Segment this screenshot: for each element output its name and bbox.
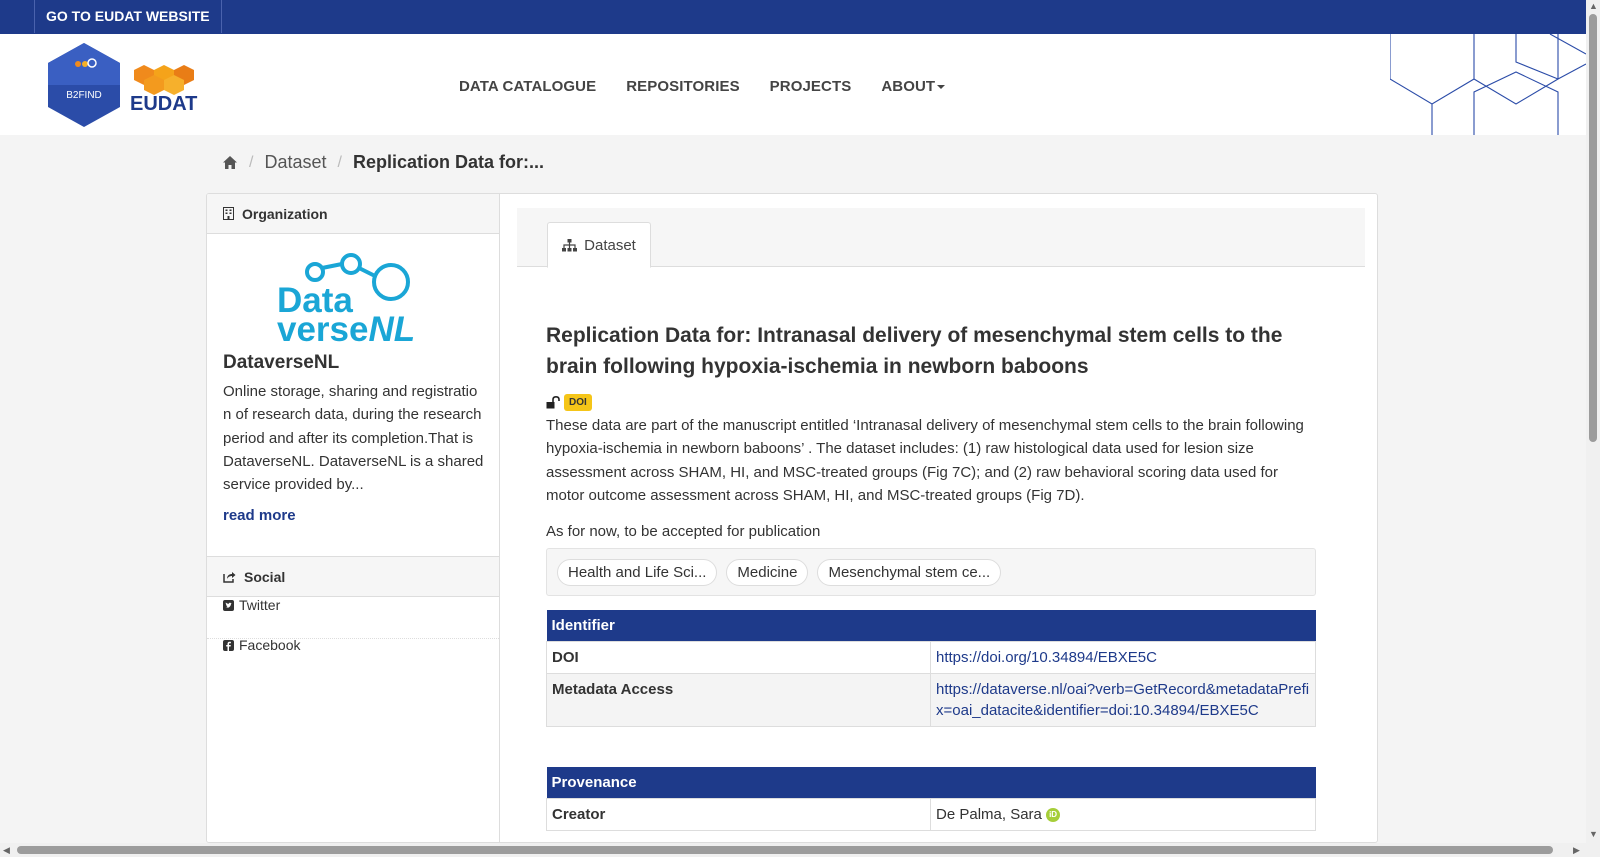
- identifier-table: Identifier DOI https://doi.org/10.34894/…: [546, 610, 1316, 727]
- chevron-down-icon: [937, 85, 946, 90]
- b2find-hexagon-icon: B2FIND EUDAT: [48, 43, 197, 127]
- organization-heading-label: Organization: [242, 205, 328, 222]
- table-row: DOI https://doi.org/10.34894/EBXE5C: [546, 640, 1316, 674]
- scroll-right-icon[interactable]: ▶: [1573, 845, 1580, 856]
- breadcrumb-dataset[interactable]: Dataset: [264, 152, 326, 173]
- nav-about[interactable]: ABOUT: [881, 78, 946, 95]
- provenance-table: Provenance Creator De Palma, Sara iD: [546, 767, 1316, 831]
- scroll-up-icon[interactable]: ▲: [1589, 1, 1598, 11]
- tab-dataset[interactable]: Dataset: [547, 222, 651, 268]
- breadcrumb-separator: /: [249, 153, 254, 171]
- svg-text:EUDAT: EUDAT: [130, 93, 197, 115]
- nav-projects[interactable]: PROJECTS: [770, 78, 852, 95]
- table-row: Creator De Palma, Sara iD: [546, 797, 1316, 831]
- vertical-scroll-thumb[interactable]: [1589, 14, 1597, 442]
- building-icon: [223, 207, 234, 220]
- access-badges: DOI: [546, 394, 592, 411]
- metadata-access-label: Metadata Access: [546, 672, 931, 727]
- vertical-scrollbar[interactable]: ▲ ▼: [1586, 0, 1600, 857]
- social-heading-label: Social: [244, 568, 286, 585]
- dataversenl-logo[interactable]: Data verseNL: [277, 252, 427, 344]
- doi-badge: DOI: [564, 394, 592, 411]
- main-nav: DATA CATALOGUE REPOSITORIES PROJECTS ABO…: [459, 78, 946, 95]
- social-heading: Social: [207, 557, 499, 597]
- dataset-card: Organization Data verseNL DataverseNL On…: [206, 193, 1378, 843]
- social-section: Social: [207, 556, 499, 597]
- facebook-link[interactable]: Facebook: [223, 637, 300, 653]
- breadcrumb: / Dataset / Replication Data for:...: [222, 152, 544, 173]
- share-icon: [223, 571, 236, 583]
- breadcrumb-current: Replication Data for:...: [352, 152, 544, 172]
- creator-value: De Palma, Sara iD: [930, 797, 1316, 831]
- creator-name[interactable]: De Palma, Sara: [936, 806, 1042, 823]
- horizontal-scrollbar[interactable]: ◀ ▶: [0, 843, 1586, 857]
- scroll-left-icon[interactable]: ◀: [3, 845, 10, 856]
- tag-item[interactable]: Mesenchymal stem ce...: [817, 558, 1002, 586]
- tag-list: Health and Life Sci... Medicine Mesenchy…: [546, 548, 1316, 596]
- twitter-icon: [223, 599, 234, 611]
- svg-text:verseNL: verseNL: [277, 310, 415, 344]
- doi-value-cell: https://doi.org/10.34894/EBXE5C: [930, 640, 1316, 674]
- scroll-down-icon[interactable]: ▼: [1589, 829, 1598, 839]
- facebook-icon: [223, 639, 234, 651]
- twitter-link[interactable]: Twitter: [223, 597, 280, 613]
- b2find-logo[interactable]: B2FIND EUDAT: [48, 43, 208, 127]
- horizontal-scroll-thumb[interactable]: [17, 846, 1553, 854]
- svg-text:B2FIND: B2FIND: [66, 90, 102, 101]
- metadata-access-cell: https://dataverse.nl/oai?verb=GetRecord&…: [930, 672, 1316, 727]
- top-strip: GO TO EUDAT WEBSITE: [0, 0, 1586, 34]
- provenance-heading: Provenance: [546, 767, 1316, 798]
- identifier-heading: Identifier: [546, 610, 1316, 641]
- sitemap-icon: [562, 238, 578, 251]
- organization-name: DataverseNL: [223, 352, 340, 373]
- unlock-icon: [546, 396, 560, 409]
- organization-description: Online storage, sharing and registration…: [223, 383, 484, 494]
- doi-label: DOI: [546, 640, 931, 674]
- twitter-label: Twitter: [239, 597, 281, 613]
- site-header: B2FIND EUDAT DATA CATALOGUE REPOSITORIES…: [0, 34, 1586, 135]
- creator-label: Creator: [546, 797, 931, 831]
- breadcrumb-separator: /: [337, 153, 342, 171]
- hexagon-pattern-decoration: [1390, 34, 1586, 135]
- tag-item[interactable]: Medicine: [726, 558, 809, 586]
- publication-note: As for now, to be accepted for publicati…: [546, 523, 821, 540]
- tab-dataset-label: Dataset: [584, 236, 636, 254]
- eudat-website-link[interactable]: GO TO EUDAT WEBSITE: [34, 0, 222, 33]
- facebook-label: Facebook: [239, 637, 301, 653]
- doi-link[interactable]: https://doi.org/10.34894/EBXE5C: [936, 649, 1157, 666]
- orcid-icon[interactable]: iD: [1046, 807, 1061, 822]
- nav-data-catalogue[interactable]: DATA CATALOGUE: [459, 78, 596, 95]
- tab-bar: Dataset: [517, 208, 1365, 268]
- metadata-access-link[interactable]: https://dataverse.nl/oai?verb=GetRecord&…: [936, 681, 1309, 719]
- organization-heading: Organization: [207, 194, 499, 234]
- tag-item[interactable]: Health and Life Sci...: [557, 558, 718, 586]
- sidebar: Organization Data verseNL DataverseNL On…: [207, 194, 500, 842]
- dataset-description: These data are part of the manuscript en…: [546, 417, 1304, 504]
- table-row: Metadata Access https://dataverse.nl/oai…: [546, 672, 1316, 727]
- read-more-link[interactable]: read more: [223, 507, 296, 524]
- home-icon[interactable]: [222, 155, 238, 170]
- dataset-title: Replication Data for: Intranasal deliver…: [546, 324, 1283, 378]
- nav-about-label: ABOUT: [881, 78, 936, 95]
- nav-repositories[interactable]: REPOSITORIES: [626, 78, 739, 95]
